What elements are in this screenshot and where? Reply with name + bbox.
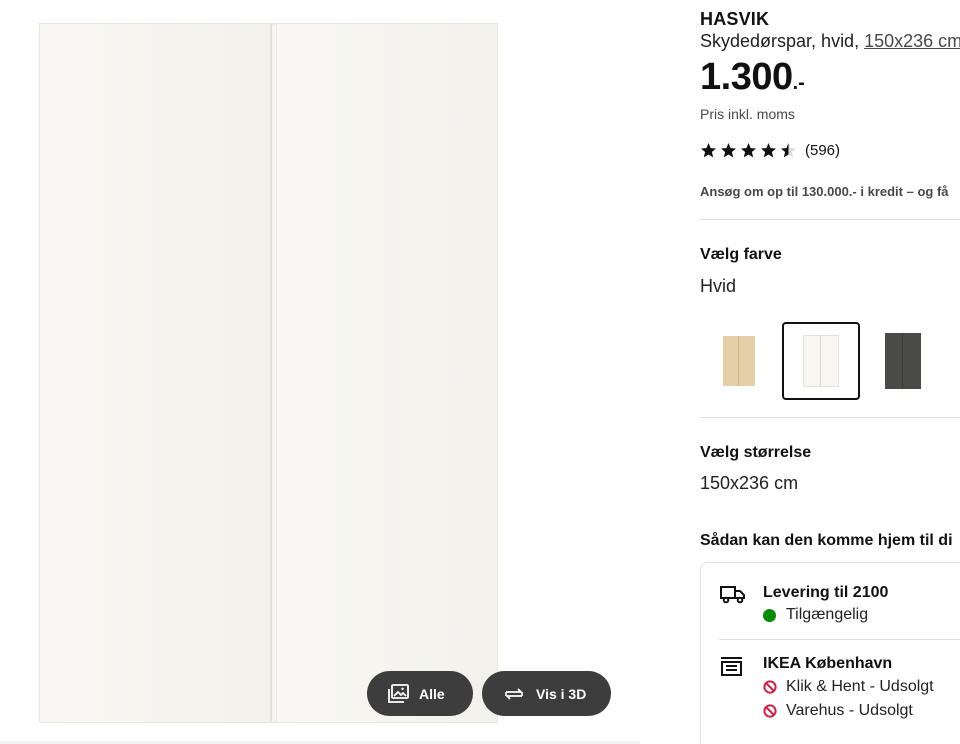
rating-stars [700,142,797,159]
delivery-options-box[interactable]: Levering til 2100 Tilgængelig IKEA Køben… [700,562,960,744]
star-full-icon [701,143,716,158]
store-icon [719,655,747,677]
view-3d-label: Vis i 3D [536,685,587,702]
product-rating[interactable]: (596) [700,142,840,159]
size-heading: Vælg størrelse [700,444,812,461]
product-description: Skydedørspar, hvid, [700,31,865,51]
unavailable-icon [763,704,777,718]
selected-size[interactable]: 150x236 cm [700,473,798,494]
selected-color: Hvid [700,276,737,296]
product-info: HASVIK Skydedørspar, hvid, 150x236 cm 1.… [700,0,960,744]
star-half-icon [781,143,796,158]
color-swatch-dark-grey[interactable] [864,322,942,400]
click-collect-status: Klik & Hent - Udsolgt [763,678,934,696]
product-gallery: Alle Vis i 3D [0,0,640,744]
price-integer: 1.300 [700,56,793,98]
rating-count: (596) [805,142,841,159]
vat-note: Pris inkl. moms [700,106,795,122]
swatch-panel-left [885,333,903,389]
warehouse-text: Varehus - Udsolgt [786,702,913,719]
truck-icon [719,583,747,605]
unavailable-icon [763,680,777,694]
swatch-thumbnail [803,335,839,387]
gallery-icon [387,683,409,704]
divider [700,417,960,418]
store-title: IKEA København [763,655,893,672]
swatch-thumbnail [885,333,921,389]
star-full-icon [721,143,736,158]
product-size-link[interactable]: 150x236 cm [864,31,960,51]
color-heading: Vælg farve [700,246,782,263]
home-delivery-status-text: Tilgængelig [786,606,869,623]
product-image[interactable] [39,23,498,723]
swatch-panel-right [739,336,755,386]
click-collect-text: Klik & Hent - Udsolgt [786,678,934,695]
available-status-icon [763,608,776,622]
product-subtitle: Skydedørspar, hvid, 150x236 cm [700,31,960,52]
divider [700,219,960,220]
star-full-icon [741,143,756,158]
warehouse-status: Varehus - Udsolgt [763,702,913,720]
door-panel-right [276,24,497,722]
rotate-3d-icon [502,685,526,703]
swatch-panel-left [803,335,821,387]
star-full-icon [761,143,776,158]
swatch-panel-right [903,333,921,389]
color-swatch-white-stained-oak[interactable] [700,322,778,400]
swatch-panel-left [723,336,739,386]
color-swatch-white[interactable] [782,322,860,400]
swatch-thumbnail [723,336,755,386]
divider [719,639,960,640]
view-3d-button[interactable]: Vis i 3D [482,671,611,716]
delivery-heading: Sådan kan den komme hjem til di [700,532,953,549]
home-delivery-status: Tilgængelig [763,606,868,624]
credit-info[interactable]: Ansøg om op til 130.000.- i kredit – og … [700,184,949,199]
swatch-panel-right [821,335,839,387]
product-price: 1.300.- [700,56,805,99]
show-all-images-button[interactable]: Alle [367,671,473,716]
price-suffix: .- [792,72,805,94]
show-all-label: Alle [419,685,445,702]
product-brand: HASVIK [700,9,770,29]
home-delivery-title: Levering til 2100 [763,584,889,601]
door-panel-left [40,24,272,722]
